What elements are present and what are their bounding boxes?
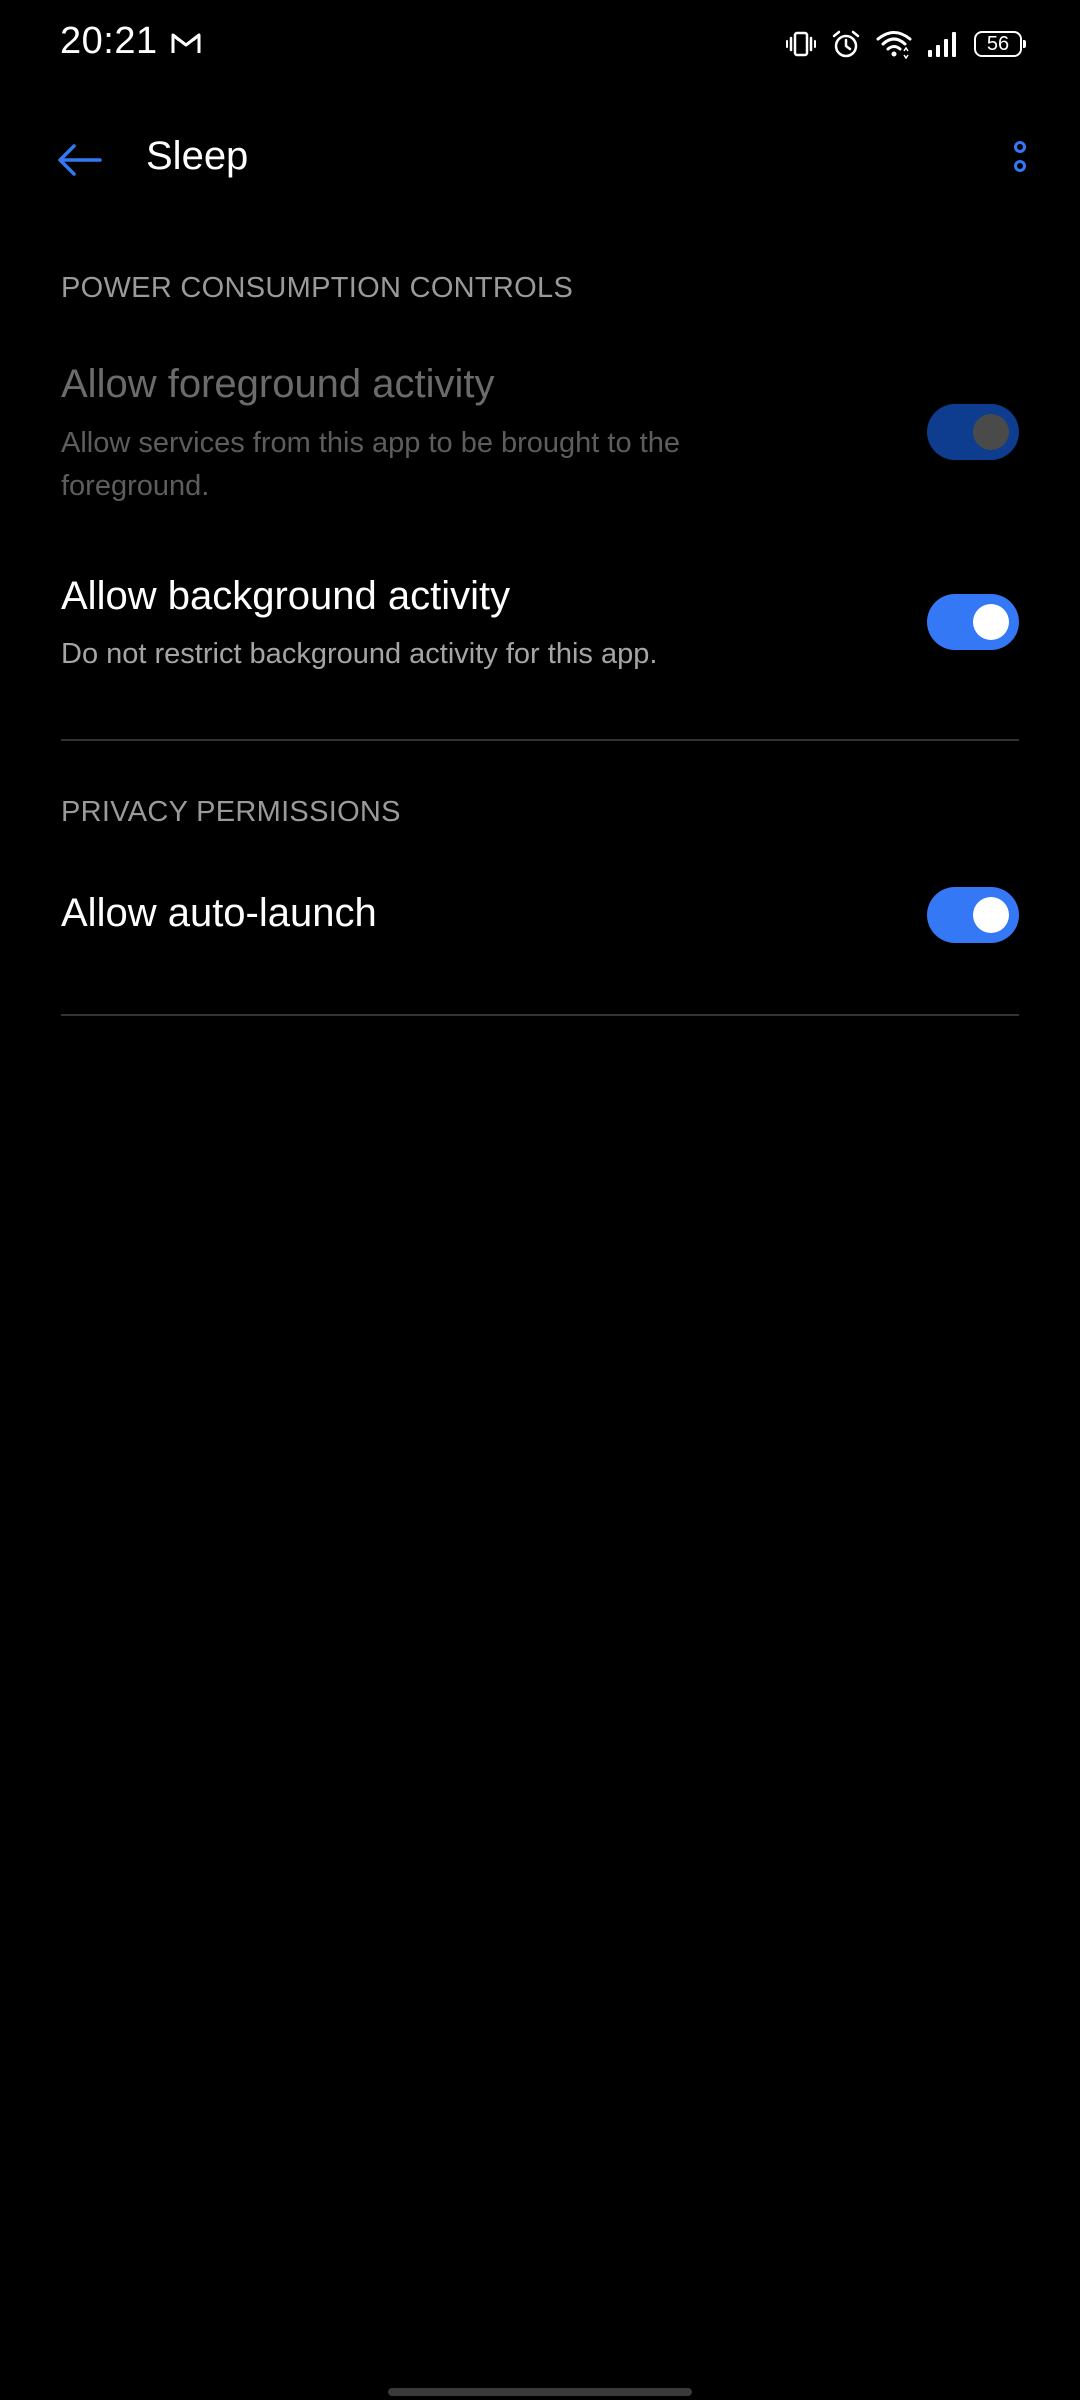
status-bar: 20:21 56	[0, 0, 1080, 90]
toggle-background-activity[interactable]	[927, 594, 1019, 650]
app-bar: Sleep	[0, 110, 1080, 210]
status-icons: 56	[786, 26, 1026, 62]
divider	[61, 739, 1019, 741]
section-header-power: POWER CONSUMPTION CONTROLS	[61, 272, 574, 304]
toggle-auto-launch[interactable]	[927, 887, 1019, 943]
alarm-icon	[830, 28, 862, 60]
battery-icon: 56	[974, 31, 1026, 57]
setting-title: Allow background activity	[61, 574, 511, 618]
status-time: 20:21	[60, 20, 158, 62]
gmail-icon	[170, 30, 202, 56]
setting-title: Allow foreground activity	[61, 362, 495, 406]
signal-icon	[926, 30, 960, 58]
toggle-knob	[973, 897, 1009, 933]
setting-description: Allow services from this app to be broug…	[61, 427, 680, 502]
toggle-foreground-activity[interactable]	[927, 404, 1019, 460]
more-options-button[interactable]	[1000, 132, 1040, 188]
wifi-icon	[876, 29, 912, 59]
vibrate-icon	[786, 29, 816, 59]
page-title: Sleep	[146, 134, 249, 178]
more-options-icon	[1014, 141, 1026, 172]
back-arrow-icon	[58, 144, 102, 176]
toggle-knob	[973, 414, 1009, 450]
setting-description: Do not restrict background activity for …	[61, 638, 658, 670]
divider	[61, 1014, 1019, 1016]
section-header-privacy: PRIVACY PERMISSIONS	[61, 796, 401, 828]
back-button[interactable]	[44, 132, 114, 188]
setting-title: Allow auto-launch	[61, 891, 377, 935]
battery-level: 56	[986, 33, 1010, 55]
toggle-knob	[973, 604, 1009, 640]
home-indicator[interactable]	[388, 2388, 692, 2396]
